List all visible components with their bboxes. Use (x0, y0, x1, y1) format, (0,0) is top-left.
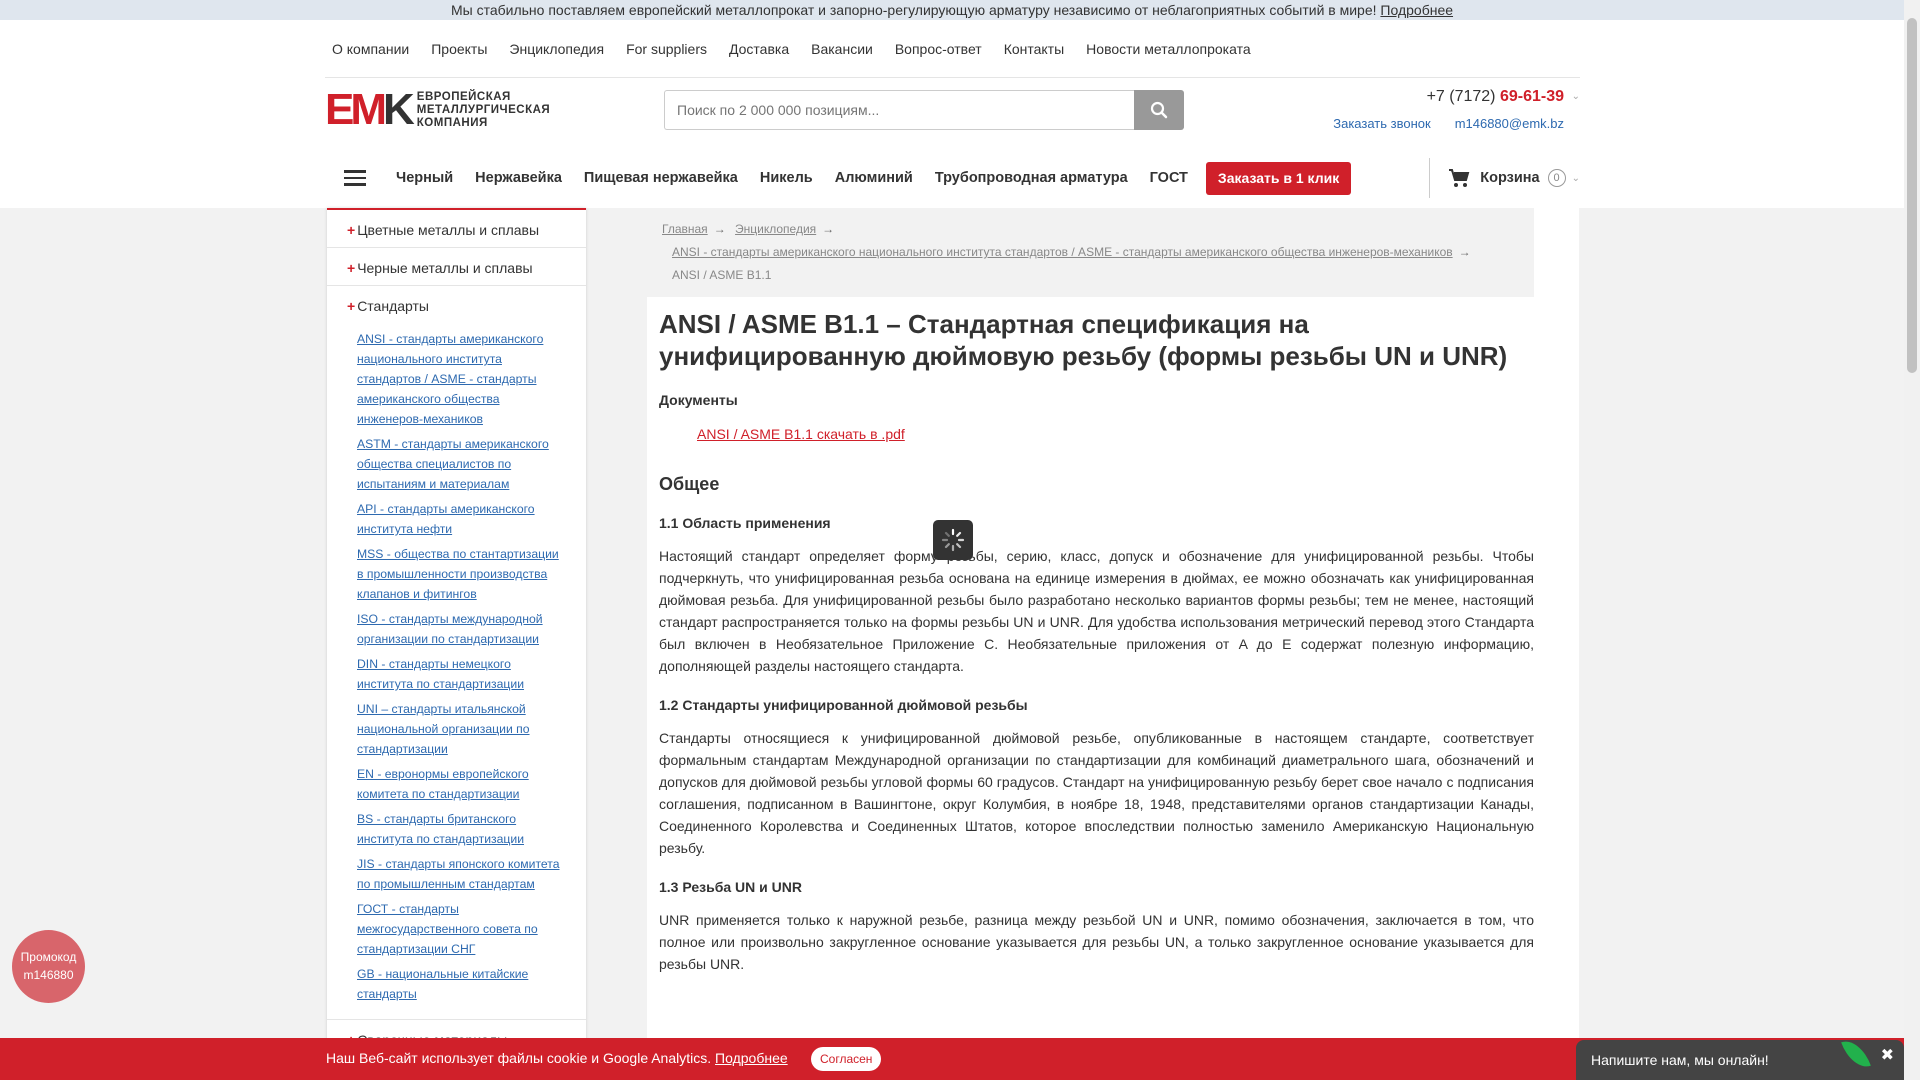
logo-mark: EMK (325, 85, 415, 134)
sidebar-link-uni[interactable]: UNI – стандарты итальянской национальной… (357, 699, 566, 759)
breadcrumb-encyclopedia[interactable]: Энциклопедия (735, 222, 816, 236)
leaf-icon (1841, 1035, 1871, 1073)
sidebar-link-en[interactable]: EN - евронормы европейского комитета по … (357, 764, 566, 804)
sidebar-standards-list: ANSI - стандарты американского националь… (327, 323, 586, 1020)
sidebar-item-nonferrous[interactable]: + Цветные металлы и сплавы (327, 210, 586, 248)
cat-aluminium[interactable]: Алюминий (824, 170, 924, 186)
section-1-2-title: 1.2 Стандарты унифицированной дюймовой р… (659, 697, 1028, 713)
section-1-3-title: 1.3 Резьба UN и UNR (659, 879, 802, 895)
phone-number[interactable]: +7 (7172) 69-61-39 ⌄ (1320, 88, 1580, 106)
close-icon[interactable]: ✖ (1881, 1045, 1894, 1065)
arrow-right-icon: → (713, 222, 726, 236)
documents-heading: Документы (659, 392, 738, 408)
promo-code-badge[interactable]: Промокод m146880 (12, 930, 85, 1003)
sidebar-link-bs[interactable]: BS - стандарты британского института по … (357, 809, 566, 849)
cat-valves[interactable]: Трубопроводная арматура (924, 170, 1139, 186)
search-input[interactable] (664, 90, 1134, 130)
topmenu-suppliers[interactable]: For suppliers (615, 41, 718, 57)
cookie-text: Наш Веб-сайт использует файлы cookie и G… (326, 1050, 788, 1066)
arrow-right-icon: → (822, 222, 835, 236)
chat-widget[interactable]: Напишите нам, мы онлайн! ✖ (1576, 1035, 1904, 1080)
cart-label: Корзина (1480, 170, 1540, 186)
section-1-3-text: UNR применяется только к наружной резьбе… (659, 912, 1534, 972)
logo[interactable]: EMK ЕВРОПЕЙСКАЯ МЕТАЛЛУРГИЧЕСКАЯ КОМПАНИ… (325, 85, 551, 134)
scrollbar[interactable] (1904, 0, 1920, 1080)
cookie-more-link[interactable]: Подробнее (715, 1050, 788, 1066)
header: EMK ЕВРОПЕЙСКАЯ МЕТАЛЛУРГИЧЕСКАЯ КОМПАНИ… (325, 78, 1580, 148)
sidebar-link-ansi[interactable]: ANSI - стандарты американского националь… (357, 329, 566, 429)
chat-label: Напишите нам, мы онлайн! (1591, 1052, 1769, 1068)
arrow-right-icon: → (1458, 245, 1471, 259)
sidebar-link-astm[interactable]: ASTM - стандарты американского общества … (357, 434, 566, 494)
sidebar-link-iso[interactable]: ISO - стандарты международной организаци… (357, 609, 566, 649)
cat-nickel[interactable]: Никель (749, 170, 824, 186)
search-icon (1150, 101, 1168, 119)
menu-icon[interactable] (325, 158, 385, 198)
sidebar-link-jis[interactable]: JIS - стандарты японского комитета по пр… (357, 854, 566, 894)
sidebar-link-din[interactable]: DIN - стандарты немецкого института по с… (357, 654, 566, 694)
sidebar: + Цветные металлы и сплавы + Черные металл… (327, 208, 586, 1080)
section-1-2-text: Стандарты относящиеся к унифицированной … (659, 730, 1534, 856)
section-1-1-text: Настоящий стандарт определяет форму резь… (659, 548, 1534, 674)
article: ANSI / ASME B1.1 – Стандартная специфика… (659, 308, 1534, 975)
callback-link[interactable]: Заказать звонок (1333, 116, 1430, 131)
top-menu: О компании Проекты Энциклопедия For supp… (325, 20, 1580, 78)
cart-icon (1449, 169, 1470, 187)
breadcrumb: Главная → Энциклопедия → ANSI - стандарты … (647, 208, 1534, 297)
topmenu-delivery[interactable]: Доставка (718, 41, 800, 57)
sidebar-link-gost[interactable]: ГОСТ - стандарты межгосударственного сов… (357, 899, 566, 959)
cart[interactable]: Корзина 0 ⌄ (1429, 158, 1580, 198)
banner-more-link[interactable]: Подробнее (1380, 2, 1453, 18)
breadcrumb-ansi[interactable]: ANSI - стандарты американского националь… (672, 245, 1453, 259)
topmenu-vacancies[interactable]: Вакансии (800, 41, 884, 57)
sidebar-link-gb[interactable]: GB - национальные китайские стандарты (357, 964, 566, 1004)
scrollbar-thumb[interactable] (1907, 18, 1917, 373)
topmenu-faq[interactable]: Вопрос-ответ (884, 41, 993, 57)
sidebar-item-standards[interactable]: + Стандарты (327, 286, 586, 323)
cat-stainless[interactable]: Нержавейка (464, 170, 573, 186)
pdf-download-link[interactable]: ANSI / ASME B1.1 скачать в .pdf (697, 426, 905, 442)
one-click-order-button[interactable]: Заказать в 1 клик (1205, 161, 1352, 195)
catalog-nav: Черный Нержавейка Пищевая нержавейка Ник… (325, 148, 1580, 208)
sidebar-item-ferrous[interactable]: + Черные металлы и сплавы (327, 248, 586, 286)
main-content: Главная → Энциклопедия → ANSI - стандарты … (647, 208, 1579, 1080)
topmenu-about[interactable]: О компании (325, 41, 420, 57)
chevron-down-icon: ⌄ (1571, 91, 1580, 102)
sidebar-link-mss[interactable]: MSS - общества по стантартизации в промы… (357, 544, 566, 604)
cat-food-stainless[interactable]: Пищевая нержавейка (573, 170, 749, 186)
page-title: ANSI / ASME B1.1 – Стандартная специфика… (659, 309, 1508, 371)
topmenu-news[interactable]: Новости металлопроката (1075, 41, 1261, 57)
topmenu-encyclopedia[interactable]: Энциклопедия (498, 41, 615, 57)
chevron-down-icon: ⌄ (1571, 172, 1580, 184)
sidebar-link-api[interactable]: API - стандарты американского института … (357, 499, 566, 539)
top-banner: Мы стабильно поставляем европейский мета… (0, 0, 1904, 20)
breadcrumb-home[interactable]: Главная (662, 222, 708, 236)
cart-count-badge: 0 (1547, 169, 1566, 187)
topmenu-projects[interactable]: Проекты (420, 41, 498, 57)
cat-black[interactable]: Черный (385, 170, 464, 186)
search-button[interactable] (1134, 90, 1184, 130)
section-1-1-title: 1.1 Область применения (659, 515, 831, 531)
logo-text: ЕВРОПЕЙСКАЯ МЕТАЛЛУРГИЧЕСКАЯ КОМПАНИЯ (416, 90, 551, 129)
banner-text: Мы стабильно поставляем европейский мета… (450, 2, 1377, 18)
cookie-accept-button[interactable]: Согласен (811, 1047, 882, 1071)
search-bar (664, 90, 1184, 130)
cat-gost[interactable]: ГОСТ (1139, 170, 1199, 186)
loading-spinner-icon (933, 520, 973, 560)
topmenu-contacts[interactable]: Контакты (993, 41, 1075, 57)
phone-block: +7 (7172) 69-61-39 ⌄ Заказать звонок m146… (1320, 88, 1580, 131)
breadcrumb-current: ANSI / ASME B1.1 (672, 268, 772, 282)
email-link[interactable]: m146880@emk.bz (1455, 116, 1564, 131)
general-heading: Общее (659, 474, 720, 494)
